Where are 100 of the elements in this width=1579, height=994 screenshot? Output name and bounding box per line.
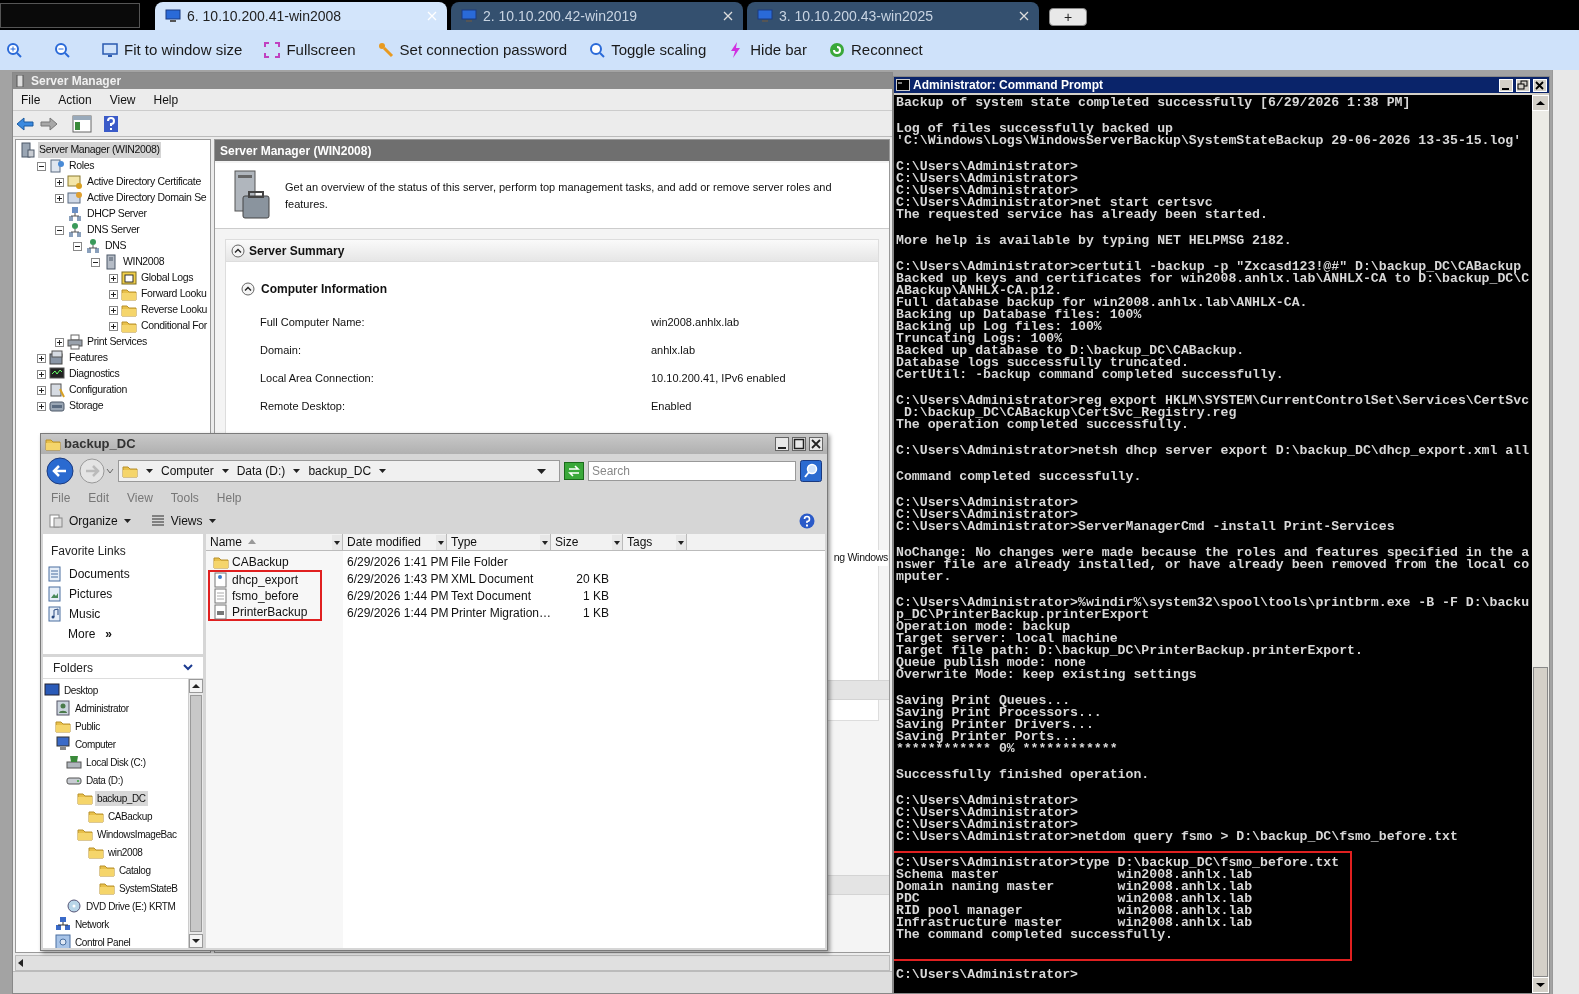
- folder-item[interactable]: backup_DC: [95, 790, 148, 806]
- menu-item[interactable]: View: [109, 90, 136, 109]
- command-button[interactable]: Organize: [49, 512, 131, 530]
- expand-icon[interactable]: [55, 177, 64, 187]
- search-field[interactable]: Search: [588, 461, 796, 481]
- folder-item[interactable]: DVD Drive (E:) KRTM: [84, 898, 178, 914]
- collapse-icon[interactable]: [55, 225, 64, 235]
- expand-icon[interactable]: [109, 289, 118, 299]
- address-bar[interactable]: Computer Data (D:) backup_DC: [118, 460, 560, 482]
- fit-button[interactable]: Fit to window size: [102, 38, 243, 62]
- file-name[interactable]: CABackup: [232, 552, 289, 571]
- folder-item[interactable]: Catalog: [117, 862, 153, 878]
- folder-item[interactable]: SystemStateB: [117, 880, 180, 896]
- scroll-thumb[interactable]: [190, 695, 202, 932]
- tree-item[interactable]: Configuration: [68, 382, 128, 398]
- column-header[interactable]: Tags: [623, 534, 687, 550]
- new-tab-button[interactable]: +: [1049, 8, 1087, 26]
- chevron-down-icon[interactable]: [183, 664, 193, 671]
- collapse-icon[interactable]: [241, 282, 255, 296]
- address-box[interactable]: [0, 3, 140, 28]
- reconnect-button[interactable]: Reconnect: [828, 38, 923, 62]
- tree-item[interactable]: Features: [68, 350, 109, 366]
- folder-item[interactable]: Public: [73, 718, 102, 734]
- tree-item[interactable]: Reverse Looku: [140, 302, 209, 318]
- folder-item[interactable]: CABackup: [106, 808, 155, 824]
- pane-icon[interactable]: [72, 114, 92, 133]
- expand-icon[interactable]: [37, 401, 46, 411]
- tree-item[interactable]: Conditional For: [140, 318, 208, 334]
- file-name[interactable]: dhcp_export: [232, 570, 299, 589]
- tree-item[interactable]: DNS Server: [86, 222, 141, 238]
- command-button[interactable]: Views: [150, 512, 216, 530]
- folder-item[interactable]: win2008: [106, 844, 145, 860]
- breadcrumb-item[interactable]: Computer: [161, 462, 214, 480]
- maximize-icon[interactable]: [792, 437, 806, 451]
- tree-item[interactable]: WIN2008: [122, 254, 166, 270]
- forward-arrow-icon[interactable]: [40, 116, 58, 131]
- refresh-icon[interactable]: [564, 462, 584, 480]
- browser-tab[interactable]: 2. 10.10.200.42-win2019: [451, 2, 743, 30]
- menu-item[interactable]: Help: [153, 90, 179, 109]
- password-button[interactable]: Set connection password: [377, 38, 568, 62]
- menu-item[interactable]: File: [21, 90, 41, 109]
- expand-icon[interactable]: [109, 273, 118, 283]
- more-link[interactable]: More: [68, 625, 96, 643]
- folder-item[interactable]: Local Disk (C:): [84, 754, 148, 770]
- tree-item[interactable]: Active Directory Domain Se: [86, 190, 208, 206]
- tree-item[interactable]: Forward Looku: [140, 286, 208, 302]
- expand-icon[interactable]: [55, 337, 64, 347]
- favorite-link[interactable]: Music: [69, 605, 101, 623]
- folder-item[interactable]: Control Panel: [73, 934, 133, 948]
- tree-item[interactable]: Roles: [68, 158, 96, 174]
- collapse-icon[interactable]: [37, 161, 46, 171]
- breadcrumb-item[interactable]: Data (D:): [236, 462, 286, 480]
- column-header[interactable]: Name: [206, 534, 343, 550]
- back-button-icon[interactable]: [46, 457, 74, 485]
- back-arrow-icon[interactable]: [16, 116, 34, 131]
- horizontal-scrollbar[interactable]: [15, 955, 890, 971]
- folder-item[interactable]: Network: [73, 916, 111, 932]
- column-header[interactable]: Size: [551, 534, 623, 550]
- help-icon[interactable]: [799, 513, 815, 529]
- more-chevron[interactable]: »: [105, 625, 113, 643]
- expand-icon[interactable]: [37, 369, 46, 379]
- collapse-icon[interactable]: [91, 257, 100, 267]
- folder-item[interactable]: Administrator: [73, 700, 131, 716]
- favorite-link[interactable]: Documents: [69, 565, 130, 583]
- expand-icon[interactable]: [109, 321, 118, 331]
- vertical-scrollbar[interactable]: [1532, 95, 1549, 993]
- expand-icon[interactable]: [109, 305, 118, 315]
- fullscreen-button[interactable]: Fullscreen: [264, 38, 356, 62]
- tree-item[interactable]: Server Manager (WIN2008): [38, 142, 161, 158]
- hide-button[interactable]: Hide bar: [728, 38, 807, 62]
- tree-item[interactable]: DHCP Server: [86, 206, 148, 222]
- file-name[interactable]: fsmo_before: [232, 586, 299, 605]
- scaling-button[interactable]: Toggle scaling: [589, 38, 707, 62]
- folder-item[interactable]: WindowsImageBac: [95, 826, 179, 842]
- tree-item[interactable]: Active Directory Certificate: [86, 174, 202, 190]
- tree-item[interactable]: DNS: [104, 238, 128, 254]
- tree-item[interactable]: Global Logs: [140, 270, 195, 286]
- tree-item[interactable]: Diagnostics: [68, 366, 121, 382]
- close-icon[interactable]: [809, 437, 823, 451]
- tree-item[interactable]: Storage: [68, 398, 105, 414]
- folder-item[interactable]: Desktop: [62, 682, 100, 698]
- file-name[interactable]: PrinterBackup: [232, 602, 308, 621]
- zoom-in-icon[interactable]: [6, 42, 22, 58]
- column-header[interactable]: Date modified: [343, 534, 447, 550]
- tree-item[interactable]: Print Services: [86, 334, 148, 350]
- collapse-icon[interactable]: [231, 243, 245, 258]
- expand-icon[interactable]: [37, 385, 46, 395]
- vertical-scrollbar[interactable]: [188, 679, 203, 948]
- menu-item[interactable]: Action: [58, 90, 92, 109]
- collapse-icon[interactable]: [73, 241, 82, 251]
- expand-icon[interactable]: [37, 353, 46, 363]
- zoom-out-icon[interactable]: [54, 42, 70, 58]
- search-icon[interactable]: [800, 460, 822, 482]
- browser-tab[interactable]: 6. 10.10.200.41-win2008: [155, 2, 447, 30]
- minimize-icon[interactable]: [775, 437, 789, 451]
- browser-tab[interactable]: 3. 10.10.200.43-win2025: [747, 2, 1039, 30]
- help-icon[interactable]: [104, 115, 118, 132]
- breadcrumb-item[interactable]: backup_DC: [308, 462, 372, 480]
- restore-icon[interactable]: [1516, 78, 1530, 92]
- dropdown-icon[interactable]: [537, 468, 546, 474]
